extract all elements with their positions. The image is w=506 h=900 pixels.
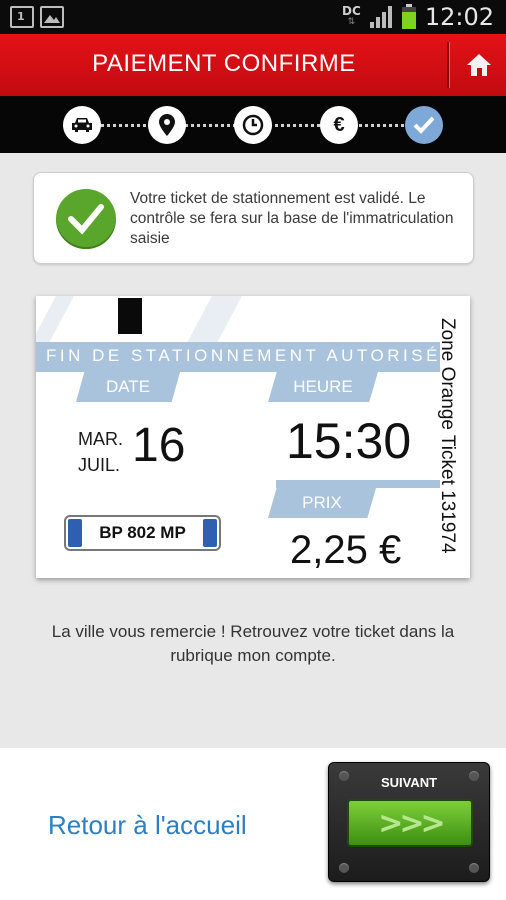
license-plate: BP 802 MP xyxy=(64,515,221,551)
notification-count-icon: 1 xyxy=(10,6,34,28)
ticket-banner-text: FIN DE STATIONNEMENT AUTORISÉ xyxy=(46,346,441,365)
gallery-icon xyxy=(40,6,64,28)
ticket-reference: Zone Orange Ticket 131974 xyxy=(437,318,458,554)
price-value: 2,25 € xyxy=(290,528,402,572)
date-weekday-month: MAR. JUIL. xyxy=(78,426,123,478)
forward-arrows-icon: >>> xyxy=(378,805,445,841)
confirmation-message: Votre ticket de stationnement est validé… xyxy=(130,190,454,247)
next-button[interactable]: >>> xyxy=(347,799,473,847)
status-bar: 1 DC ⇅ 12:02 xyxy=(0,0,506,34)
license-plate-number: BP 802 MP xyxy=(99,523,186,542)
home-button[interactable] xyxy=(452,34,506,96)
signal-icon xyxy=(369,6,392,28)
end-time: 15:30 xyxy=(286,413,412,469)
step-payment: € xyxy=(320,106,358,144)
back-home-link[interactable]: Retour à l'accueil xyxy=(48,810,247,841)
month: JUIL. xyxy=(78,455,121,475)
header-divider xyxy=(447,42,449,88)
euro-icon: € xyxy=(333,113,345,136)
date-day-number: 16 xyxy=(132,419,186,472)
progress-steps: € xyxy=(0,96,506,153)
check-icon xyxy=(413,116,435,134)
thanks-message: La ville vous remercie ! Retrouvez votre… xyxy=(51,622,455,665)
battery-icon xyxy=(401,4,416,29)
next-panel: SUIVANT >>> xyxy=(328,762,490,882)
hour-label: HEURE xyxy=(268,372,378,402)
footer-bar: Retour à l'accueil SUIVANT >>> xyxy=(0,748,506,900)
step-confirmation xyxy=(405,106,443,144)
confirmation-card: Votre ticket de stationnement est validé… xyxy=(33,172,474,264)
step-location xyxy=(148,106,186,144)
ticket-tab xyxy=(118,298,142,334)
app-header: PAIEMENT CONFIRME xyxy=(0,34,506,96)
weekday: MAR. xyxy=(78,429,123,449)
status-time: 12:02 xyxy=(424,3,494,31)
parking-ticket: FIN DE STATIONNEMENT AUTORISÉ DATE HEURE… xyxy=(36,296,470,578)
step-vehicle xyxy=(63,106,101,144)
page-title: PAIEMENT CONFIRME xyxy=(92,50,356,77)
location-pin-icon xyxy=(159,114,175,136)
home-icon xyxy=(467,54,491,76)
step-duration xyxy=(234,106,272,144)
date-label: DATE xyxy=(76,372,180,402)
next-label: SUIVANT xyxy=(380,775,438,790)
check-circle-icon xyxy=(56,189,116,249)
network-indicator: DC ⇅ xyxy=(342,4,361,27)
car-icon xyxy=(72,118,92,132)
price-label: PRIX xyxy=(268,488,376,518)
clock-icon xyxy=(242,114,264,136)
